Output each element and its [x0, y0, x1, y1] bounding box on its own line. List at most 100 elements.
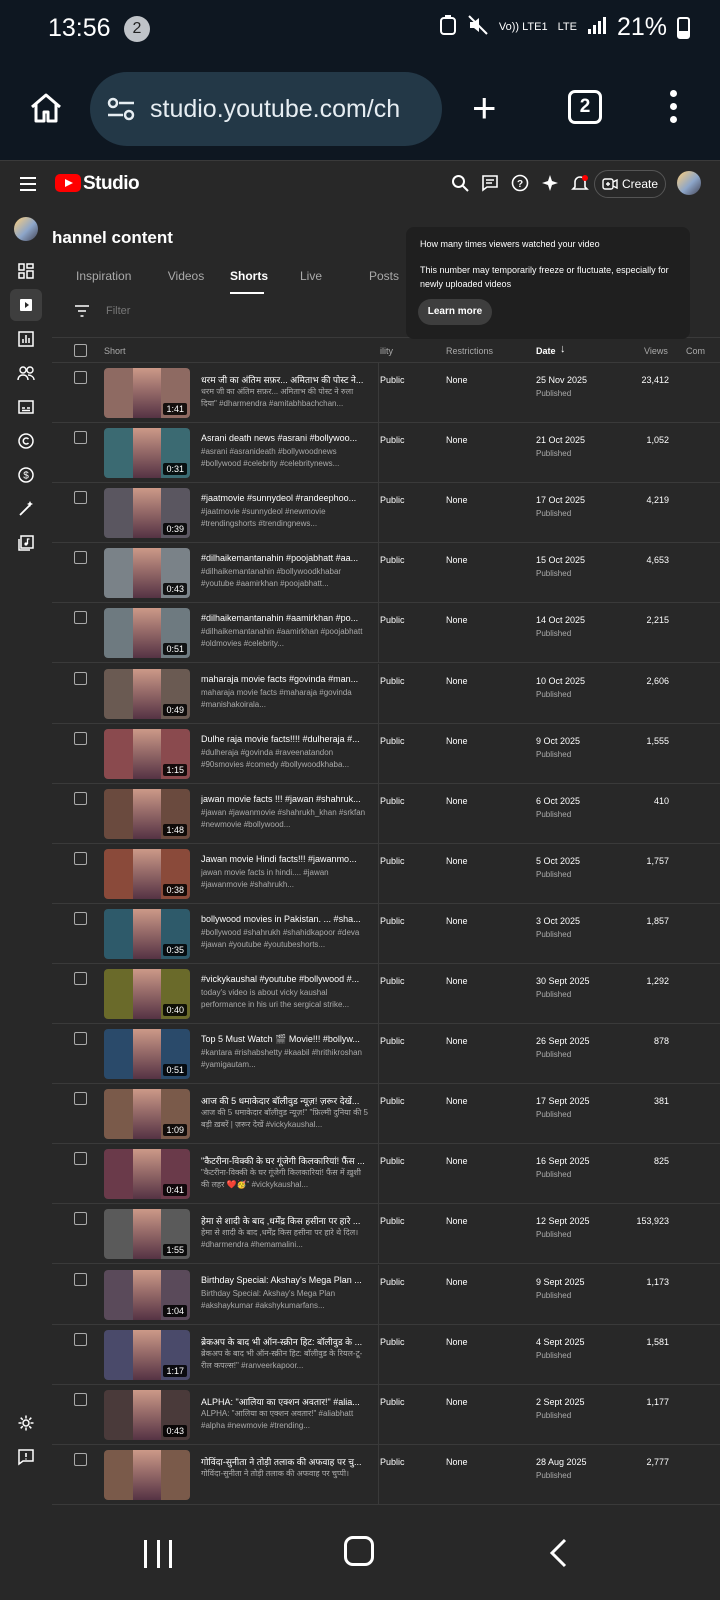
short-title[interactable]: maharaja movie facts #govinda #man... [201, 674, 369, 684]
table-row[interactable]: 0:31 Asrani death news #asrani #bollywoo.… [52, 423, 720, 484]
short-thumbnail[interactable]: 0:51 [104, 608, 190, 659]
short-thumbnail[interactable]: 0:40 [104, 969, 190, 1019]
visibility-value[interactable]: Public [380, 676, 405, 686]
row-checkbox[interactable] [74, 1092, 87, 1106]
table-row[interactable]: 1:41 धरम जी का अंतिम सफ़र... अमिताभ की पो… [52, 363, 720, 423]
sort-arrow-icon[interactable]: ↓ [560, 343, 566, 355]
table-row[interactable]: 0:43 #dilhaikemantanahin #poojabhatt #aa.… [52, 543, 720, 604]
table-row[interactable]: 0:49 maharaja movie facts #govinda #man..… [52, 663, 720, 724]
short-thumbnail[interactable]: 0:51 [104, 1029, 190, 1080]
short-title[interactable]: jawan movie facts !!! #jawan #shahruk... [201, 794, 369, 804]
short-thumbnail[interactable]: 1:48 [104, 788, 190, 839]
visibility-value[interactable]: Public [380, 1277, 405, 1287]
visibility-value[interactable]: Public [380, 976, 405, 986]
subtitles-icon[interactable] [10, 391, 42, 423]
tab-inspiration[interactable]: Inspiration [76, 269, 156, 294]
short-title[interactable]: Top 5 Must Watch 🎬 Movie!!! #bollyw... [201, 1034, 369, 1045]
row-checkbox[interactable] [74, 1152, 87, 1166]
short-thumbnail[interactable]: 1:09 [104, 1089, 190, 1140]
row-checkbox[interactable] [74, 431, 87, 445]
row-checkbox[interactable] [74, 731, 87, 745]
visibility-value[interactable]: Public [380, 1216, 405, 1226]
filter-bar[interactable]: Filter [74, 305, 130, 317]
short-title[interactable]: गोविंदा-सुनीता ने तोड़ी तलाक की अफवाह पर… [201, 1455, 369, 1468]
short-title[interactable]: Asrani death news #asrani #bollywoo... [201, 433, 369, 443]
col-visibility[interactable]: ility [380, 346, 393, 356]
short-thumbnail[interactable]: 0:31 [104, 428, 190, 479]
row-checkbox[interactable] [74, 371, 87, 384]
table-row[interactable]: गोविंदा-सुनीता ने तोड़ी तलाक की अफवाह पर… [52, 1444, 720, 1505]
row-checkbox[interactable] [74, 551, 87, 565]
tab-shorts[interactable]: Shorts [230, 269, 268, 294]
table-row[interactable]: 1:04 Birthday Special: Akshay's Mega Plan… [52, 1264, 720, 1325]
short-title[interactable]: #dilhaikemantanahin #aamirkhan #po... [201, 613, 369, 623]
row-checkbox[interactable] [74, 671, 87, 685]
tab-posts[interactable]: Posts [364, 269, 404, 294]
visibility-value[interactable]: Public [380, 555, 405, 565]
short-thumbnail[interactable] [104, 1449, 190, 1500]
row-checkbox[interactable] [74, 491, 87, 505]
visibility-value[interactable]: Public [380, 435, 405, 445]
row-checkbox[interactable] [74, 1212, 87, 1226]
table-row[interactable]: 0:39 #jaatmovie #sunnydeol #randeephoo...… [52, 483, 720, 544]
short-title[interactable]: #vickykaushal #youtube #bollywood #... [201, 974, 369, 984]
short-thumbnail[interactable]: 1:17 [104, 1329, 190, 1380]
short-thumbnail[interactable]: 1:04 [104, 1269, 190, 1320]
back-icon[interactable] [548, 1538, 568, 1568]
search-icon[interactable] [450, 173, 470, 193]
row-checkbox[interactable] [74, 791, 87, 805]
short-title[interactable]: #dilhaikemantanahin #poojabhatt #aa... [201, 553, 369, 563]
visibility-value[interactable]: Public [380, 736, 405, 746]
learn-more-button[interactable]: Learn more [418, 299, 492, 325]
table-row[interactable]: 1:17 ब्रेकअप के बाद भी ऑन-स्क्रीन हिट: बॉ… [52, 1324, 720, 1385]
account-avatar[interactable] [677, 171, 701, 195]
feedback-icon[interactable] [10, 1441, 42, 1473]
youtube-logo[interactable] [55, 174, 81, 192]
tab-switcher-button[interactable]: 2 [568, 90, 602, 124]
col-comments[interactable]: Com [686, 346, 705, 356]
short-title[interactable]: Dulhe raja movie facts!!!! #dulheraja #.… [201, 734, 369, 744]
tab-videos[interactable]: Videos [156, 269, 216, 294]
new-tab-button[interactable]: + [472, 87, 497, 129]
table-row[interactable]: 0:40 #vickykaushal #youtube #bollywood #.… [52, 964, 720, 1024]
dashboard-icon[interactable] [10, 255, 42, 287]
visibility-value[interactable]: Public [380, 1337, 405, 1347]
short-title[interactable]: धरम जी का अंतिम सफ़र... अमिताभ की पोस्ट … [201, 373, 369, 386]
col-views[interactable]: Views [644, 346, 668, 356]
earn-icon[interactable]: $ [10, 459, 42, 491]
home-button[interactable] [344, 1536, 374, 1566]
notifications-icon[interactable] [570, 173, 590, 193]
short-title[interactable]: हेमा से शादी के बाद ,धर्मेंद्र किस हसीना… [201, 1214, 369, 1227]
more-options-icon[interactable] [668, 90, 678, 126]
sparkle-icon[interactable] [540, 173, 560, 193]
visibility-value[interactable]: Public [380, 615, 405, 625]
audio-library-icon[interactable] [10, 527, 42, 559]
visibility-value[interactable]: Public [380, 1096, 405, 1106]
address-bar[interactable]: studio.youtube.com/ch [90, 72, 442, 146]
create-button[interactable]: Create [594, 170, 666, 198]
short-thumbnail[interactable]: 0:41 [104, 1149, 190, 1200]
visibility-value[interactable]: Public [380, 495, 405, 505]
short-title[interactable]: Jawan movie Hindi facts!!! #jawanmo... [201, 854, 369, 864]
tab-live[interactable]: Live [296, 269, 326, 294]
short-thumbnail[interactable]: 1:15 [104, 728, 190, 779]
community-icon[interactable] [10, 357, 42, 389]
filter-icon[interactable] [74, 305, 90, 317]
short-title[interactable]: ALPHA: "आलिया का एक्शन अवतार!" #alia... [201, 1395, 369, 1408]
visibility-value[interactable]: Public [380, 1036, 405, 1046]
home-icon[interactable] [26, 88, 66, 128]
visibility-value[interactable]: Public [380, 916, 405, 926]
customization-icon[interactable] [10, 493, 42, 525]
col-date[interactable]: Date [536, 346, 556, 356]
table-row[interactable]: 0:51 #dilhaikemantanahin #aamirkhan #po..… [52, 603, 720, 664]
short-thumbnail[interactable]: 0:43 [104, 548, 190, 599]
short-thumbnail[interactable]: 0:43 [104, 1389, 190, 1440]
row-checkbox[interactable] [74, 972, 87, 985]
visibility-value[interactable]: Public [380, 1457, 405, 1467]
row-checkbox[interactable] [74, 851, 87, 865]
table-row[interactable]: 0:43 ALPHA: "आलिया का एक्शन अवतार!" #alia… [52, 1384, 720, 1445]
row-checkbox[interactable] [74, 611, 87, 625]
short-title[interactable]: Birthday Special: Akshay's Mega Plan ... [201, 1275, 369, 1285]
copyright-icon[interactable] [10, 425, 42, 457]
content-icon[interactable] [10, 289, 42, 321]
